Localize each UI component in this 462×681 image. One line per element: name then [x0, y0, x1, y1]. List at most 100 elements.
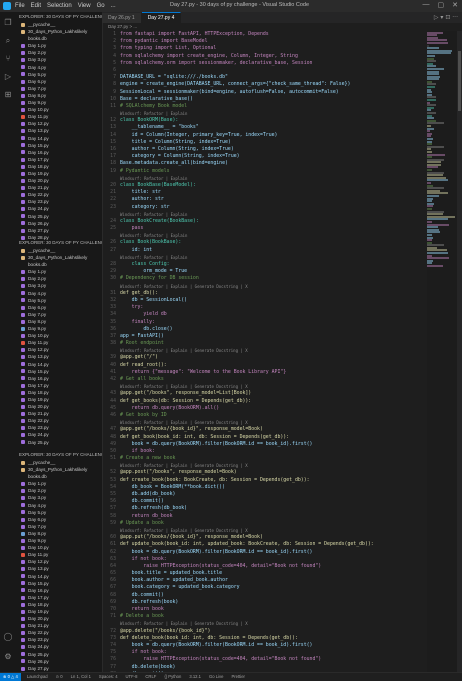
file-item[interactable]: Day 14.py: [16, 573, 102, 580]
file-item[interactable]: Day 1.py: [16, 480, 102, 487]
close-icon[interactable]: ✕: [452, 1, 458, 9]
run-debug-icon[interactable]: ▷: [3, 72, 13, 82]
file-item[interactable]: Day 24.py: [16, 431, 102, 438]
file-item[interactable]: Day 19.py: [16, 396, 102, 403]
file-item[interactable]: Day 12.py: [16, 346, 102, 353]
file-item[interactable]: Day 15.py: [16, 142, 102, 149]
file-item[interactable]: __pycache__: [16, 247, 102, 254]
file-item[interactable]: Day 19.py: [16, 608, 102, 615]
file-item[interactable]: Day 8.py: [16, 318, 102, 325]
file-item[interactable]: Day 6.py: [16, 304, 102, 311]
file-item[interactable]: Day 14.py: [16, 361, 102, 368]
file-item[interactable]: Day 6.py: [16, 516, 102, 523]
file-item[interactable]: Day 26.py: [16, 220, 102, 227]
file-item[interactable]: Day 4.py: [16, 290, 102, 297]
file-item[interactable]: Day 3.py: [16, 494, 102, 501]
file-item[interactable]: Day 16.py: [16, 375, 102, 382]
file-item[interactable]: Day 17.py: [16, 156, 102, 163]
file-item[interactable]: Day 13.py: [16, 353, 102, 360]
file-item[interactable]: Day 25.py: [16, 439, 102, 446]
file-item[interactable]: Day 11.py: [16, 339, 102, 346]
status-item[interactable]: Launchpad: [27, 674, 48, 679]
codelens-hint[interactable]: Windsurf: Refactor | Explain | Generate …: [102, 419, 427, 426]
file-item[interactable]: Day 7.py: [16, 523, 102, 530]
file-item[interactable]: Day 2.py: [16, 275, 102, 282]
file-item[interactable]: Day 22.py: [16, 191, 102, 198]
file-item[interactable]: Day 23.py: [16, 636, 102, 643]
vertical-scrollbar[interactable]: [457, 31, 462, 680]
file-item[interactable]: Day 15.py: [16, 368, 102, 375]
file-item[interactable]: Day 20.py: [16, 403, 102, 410]
file-item[interactable]: Day 1.py: [16, 42, 102, 49]
file-item[interactable]: __pycache__: [16, 21, 102, 28]
minimize-icon[interactable]: —: [423, 1, 430, 9]
file-item[interactable]: Day 20.py: [16, 615, 102, 622]
file-item[interactable]: Day 16.py: [16, 587, 102, 594]
file-item[interactable]: Day 13.py: [16, 127, 102, 134]
file-item[interactable]: books.db: [16, 261, 102, 268]
file-item[interactable]: Day 3.py: [16, 282, 102, 289]
codelens-hint[interactable]: Windsurf: Refactor | Explain: [102, 211, 427, 218]
codelens-hint[interactable]: Windsurf: Refactor | Explain | Generate …: [102, 383, 427, 390]
codelens-hint[interactable]: Windsurf: Refactor | Explain | Generate …: [102, 347, 427, 354]
file-item[interactable]: Day 10.py: [16, 332, 102, 339]
file-item[interactable]: Day 23.py: [16, 198, 102, 205]
file-item[interactable]: Day 25.py: [16, 213, 102, 220]
file-item[interactable]: Day 18.py: [16, 163, 102, 170]
file-item[interactable]: Day 24.py: [16, 643, 102, 650]
file-item[interactable]: Day 4.py: [16, 64, 102, 71]
codelens-hint[interactable]: Windsurf: Refactor | Explain: [102, 232, 427, 239]
codelens-hint[interactable]: Windsurf: Refactor | Explain: [102, 175, 427, 182]
explorer-header[interactable]: EXPLORER: 30 DAYS OF PY CHALLENGE: [16, 12, 102, 21]
status-item[interactable]: ⊙ 0: [56, 674, 63, 679]
menu-selection[interactable]: Selection: [47, 3, 72, 9]
editor-actions[interactable]: ▷ ▾ ⊡ ···: [434, 14, 458, 21]
extensions-icon[interactable]: ⊞: [3, 90, 13, 100]
file-item[interactable]: Day 21.py: [16, 410, 102, 417]
status-item[interactable]: Go Live: [209, 674, 223, 679]
source-control-icon[interactable]: ⑂: [3, 54, 13, 64]
file-item[interactable]: Day 21.py: [16, 622, 102, 629]
file-item[interactable]: Day 16.py: [16, 149, 102, 156]
file-item[interactable]: Day 18.py: [16, 389, 102, 396]
menu-go[interactable]: Go: [97, 3, 105, 9]
file-item[interactable]: Day 24.py: [16, 205, 102, 212]
status-item[interactable]: UTF-8: [126, 674, 138, 679]
codelens-hint[interactable]: Windsurf: Refactor | Explain: [102, 254, 427, 261]
file-item[interactable]: Day 23.py: [16, 424, 102, 431]
breadcrumb[interactable]: Day 27.py > ...: [102, 23, 462, 31]
file-item[interactable]: Day 8.py: [16, 92, 102, 99]
file-item[interactable]: Day 11.py: [16, 551, 102, 558]
file-item[interactable]: Day 17.py: [16, 382, 102, 389]
menu-view[interactable]: View: [78, 3, 91, 9]
menu-more[interactable]: ...: [111, 3, 116, 9]
file-item[interactable]: Day 26.py: [16, 658, 102, 665]
status-item[interactable]: {} Python: [164, 674, 181, 679]
menu-edit[interactable]: Edit: [31, 3, 41, 9]
minimap[interactable]: [427, 31, 457, 680]
file-item[interactable]: Day 15.py: [16, 580, 102, 587]
tab-active[interactable]: Day 27.py 4: [142, 12, 182, 23]
file-item[interactable]: Day 7.py: [16, 85, 102, 92]
file-item[interactable]: __pycache__: [16, 459, 102, 466]
file-item[interactable]: Day 9.py: [16, 537, 102, 544]
account-icon[interactable]: ◯: [3, 632, 13, 642]
codelens-hint[interactable]: Windsurf: Refactor | Explain | Generate …: [102, 283, 427, 290]
menu-file[interactable]: File: [15, 3, 25, 9]
file-item[interactable]: Day 20.py: [16, 177, 102, 184]
file-item[interactable]: Day 9.py: [16, 325, 102, 332]
file-item[interactable]: 30_days_Python_Lakhslikely: [16, 28, 102, 35]
file-item[interactable]: books.db: [16, 35, 102, 42]
tab[interactable]: Day 26.py 1: [102, 13, 142, 23]
status-item[interactable]: CRLF: [145, 674, 156, 679]
file-item[interactable]: Day 17.py: [16, 594, 102, 601]
file-item[interactable]: Day 22.py: [16, 629, 102, 636]
file-item[interactable]: Day 25.py: [16, 651, 102, 658]
file-item[interactable]: Day 5.py: [16, 509, 102, 516]
files-icon[interactable]: ❐: [3, 18, 13, 28]
status-item[interactable]: Ln 1, Col 1: [71, 674, 91, 679]
file-item[interactable]: Day 5.py: [16, 71, 102, 78]
explorer-header[interactable]: EXPLORER: 30 DAYS OF PY CHALLENGE: [16, 450, 102, 459]
file-item[interactable]: Day 13.py: [16, 565, 102, 572]
file-item[interactable]: Day 9.py: [16, 99, 102, 106]
